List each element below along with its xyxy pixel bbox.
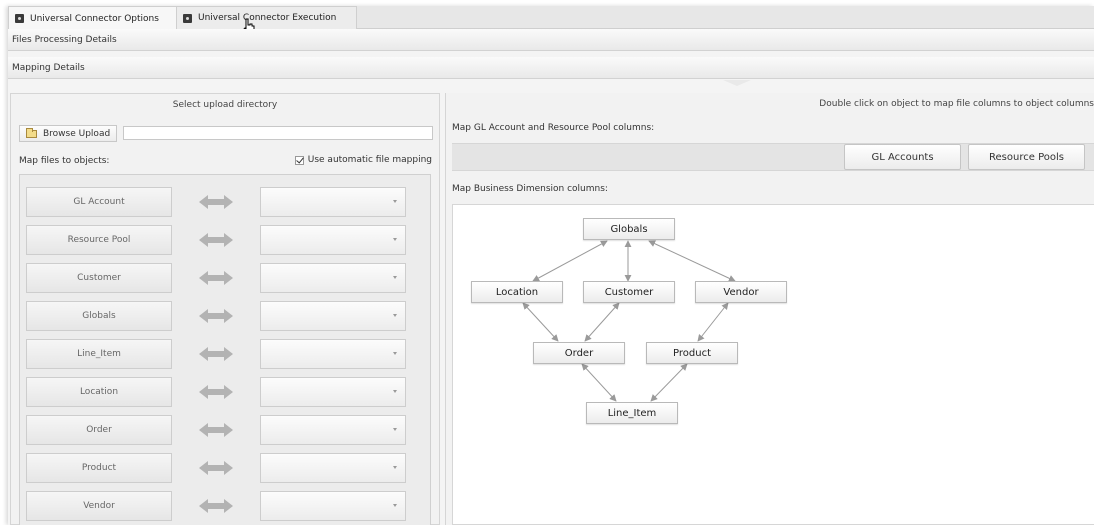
double-arrow-icon [199,195,233,209]
section-title: Mapping Details [12,62,85,73]
file-select-globals[interactable] [260,301,406,331]
mapping-hint: Double click on object to map file colum… [819,99,1094,109]
double-arrow-icon [199,461,233,475]
object-resource-pool[interactable]: Resource Pool [26,225,172,255]
double-arrow-icon [199,423,233,437]
file-select-order[interactable] [260,415,406,445]
object-mapping-panel: Double click on object to map file colum… [445,93,1094,525]
gl-accounts-button[interactable]: GL Accounts [844,144,961,170]
upload-panel: Select upload directory Browse Upload Ma… [10,93,440,525]
mapping-details-header[interactable]: Mapping Details [8,57,1094,79]
map-files-label: Map files to objects: [19,156,110,166]
file-select-customer[interactable] [260,263,406,293]
file-mapping-list: GL Account Resource Pool Customer Global… [19,174,431,525]
mapping-row-gl-account: GL Account [20,187,432,217]
mapping-row-product: Product [20,453,432,483]
file-select-resource-pool[interactable] [260,225,406,255]
connector-icon [183,13,192,23]
connector-vendor-product [697,302,729,342]
object-globals[interactable]: Globals [26,301,172,331]
automatic-mapping-checkbox[interactable] [294,155,304,165]
mapping-row-vendor: Vendor [20,491,432,521]
node-order[interactable]: Order [533,342,625,364]
tab-label: Universal Connector Options [30,13,159,24]
connector-order-lineitem [581,363,617,402]
browse-upload-button[interactable]: Browse Upload [19,125,117,142]
node-customer[interactable]: Customer [583,281,675,303]
chevron-down-icon [393,200,397,203]
folder-icon [26,127,37,138]
file-select-vendor[interactable] [260,491,406,521]
object-customer[interactable]: Customer [26,263,172,293]
double-arrow-icon [199,499,233,513]
upload-panel-title: Select upload directory [172,100,278,110]
upload-directory-field[interactable] [123,126,433,140]
chevron-down-icon [393,390,397,393]
object-vendor[interactable]: Vendor [26,491,172,521]
connector-globals-vendor [648,240,736,282]
browse-upload-label: Browse Upload [43,128,111,139]
node-line-item[interactable]: Line_Item [586,402,678,424]
automatic-mapping-label: Use automatic file mapping [307,155,432,165]
mapping-row-customer: Customer [20,263,432,293]
node-location[interactable]: Location [471,281,563,303]
double-arrow-icon [199,385,233,399]
connector-location-order [522,302,559,342]
connector-product-lineitem [650,363,688,402]
file-select-line-item[interactable] [260,339,406,369]
mapping-row-globals: Globals [20,301,432,331]
map-gl-label: Map GL Account and Resource Pool columns… [452,123,655,133]
mapping-row-location: Location [20,377,432,407]
chevron-down-icon [393,504,397,507]
connector-customer-order [584,302,620,342]
business-dimension-diagram: Globals Location Customer Vendor Order P… [452,204,1094,525]
section-title: Files Processing Details [12,34,117,45]
gl-mapping-strip: GL Accounts Resource Pools [452,143,1094,171]
double-arrow-icon [199,271,233,285]
tab-bar: Universal Connector Options Universal Co… [8,6,1094,30]
files-processing-details-header[interactable]: Files Processing Details [8,29,1094,51]
object-gl-account[interactable]: GL Account [26,187,172,217]
chevron-down-icon [393,238,397,241]
double-arrow-icon [199,233,233,247]
mapping-row-line-item: Line_Item [20,339,432,369]
node-globals[interactable]: Globals [583,218,675,240]
mapping-row-order: Order [20,415,432,445]
tab-label: Universal Connector Execution [198,13,337,23]
file-select-product[interactable] [260,453,406,483]
connector-window: Universal Connector Options Universal Co… [8,6,1094,525]
file-select-gl-account[interactable] [260,187,406,217]
chevron-down-icon [393,276,397,279]
automatic-file-mapping-toggle[interactable]: Use automatic file mapping [294,155,432,165]
double-arrow-icon [199,347,233,361]
dimension-connectors [522,240,736,402]
chevron-down-icon [393,466,397,469]
connector-icon [15,14,24,23]
object-location[interactable]: Location [26,377,172,407]
resource-pools-button[interactable]: Resource Pools [968,144,1085,170]
node-product[interactable]: Product [646,342,738,364]
object-product[interactable]: Product [26,453,172,483]
tab-universal-connector-execution[interactable]: Universal Connector Execution [176,6,357,29]
mapping-row-resource-pool: Resource Pool [20,225,432,255]
tab-universal-connector-options[interactable]: Universal Connector Options [8,6,192,30]
file-select-location[interactable] [260,377,406,407]
node-vendor[interactable]: Vendor [695,281,787,303]
chevron-down-icon [393,352,397,355]
connector-globals-location [532,240,608,282]
chevron-down-icon [393,314,397,317]
object-line-item[interactable]: Line_Item [26,339,172,369]
map-business-dimension-label: Map Business Dimension columns: [452,184,608,194]
object-order[interactable]: Order [26,415,172,445]
section-expander-notch [723,80,751,86]
chevron-down-icon [393,428,397,431]
double-arrow-icon [199,309,233,323]
